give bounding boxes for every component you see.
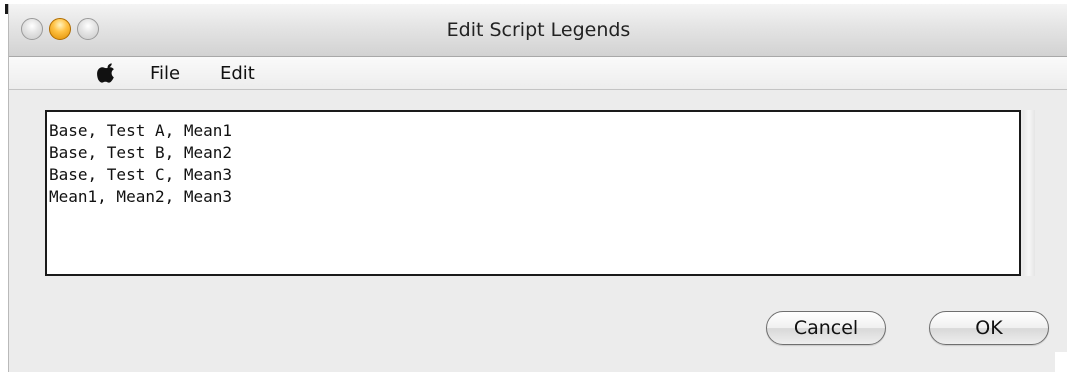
window-title: Edit Script Legends bbox=[446, 19, 631, 41]
script-line: Base, Test C, Mean3 bbox=[49, 165, 233, 184]
script-line: Mean1, Mean2, Mean3 bbox=[49, 187, 233, 206]
dialog-window: Edit Script Legends File Edit Base, Test… bbox=[8, 4, 1067, 372]
resize-corner[interactable] bbox=[1055, 352, 1067, 372]
script-legends-textarea[interactable]: Base, Test A, Mean1 Base, Test B, Mean2 … bbox=[45, 110, 1021, 276]
cancel-button[interactable]: Cancel bbox=[766, 311, 886, 345]
title-bar[interactable]: Edit Script Legends bbox=[9, 4, 1067, 57]
menu-file[interactable]: File bbox=[150, 63, 180, 84]
apple-icon[interactable] bbox=[97, 63, 117, 83]
menu-bar: File Edit bbox=[9, 57, 1067, 90]
menu-edit[interactable]: Edit bbox=[220, 63, 255, 84]
script-line: Base, Test A, Mean1 bbox=[49, 121, 233, 140]
script-line: Base, Test B, Mean2 bbox=[49, 143, 233, 162]
textarea-scrollbar[interactable] bbox=[1023, 110, 1035, 276]
ok-button[interactable]: OK bbox=[929, 311, 1049, 345]
